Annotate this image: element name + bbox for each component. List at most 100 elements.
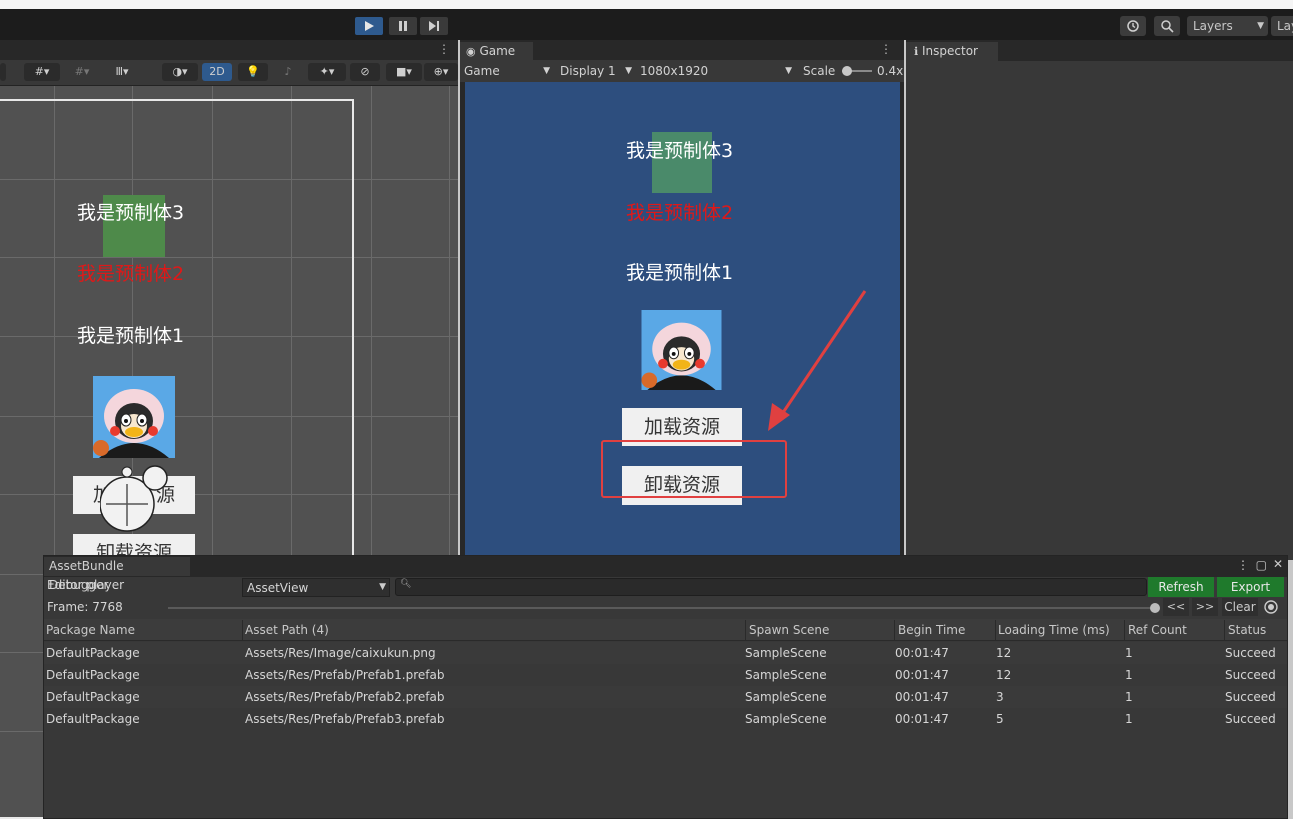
cell-loading: 3 xyxy=(996,690,1004,704)
annotation-highlight-box xyxy=(601,440,787,498)
player-label[interactable]: Editor player xyxy=(47,578,124,592)
prefab2-label: 我是预制体2 xyxy=(626,202,734,224)
history-button[interactable] xyxy=(1120,16,1146,36)
cell-status: Succeed xyxy=(1225,668,1276,682)
panel-menu-icon[interactable]: ⋮ xyxy=(880,42,892,56)
scale-slider-handle[interactable] xyxy=(842,66,852,76)
layout-dropdown[interactable]: Lay xyxy=(1271,16,1293,36)
clear-button[interactable]: Clear xyxy=(1222,598,1258,616)
camera-icon[interactable]: ■▾ xyxy=(386,63,422,81)
prev-frame-button[interactable]: << xyxy=(1163,598,1189,616)
game-mode-dropdown[interactable]: Game ▼ xyxy=(464,60,550,82)
window-top-edge xyxy=(0,0,1293,9)
display-dropdown[interactable]: Display 1 ▼ xyxy=(560,60,632,82)
chevron-down-icon: ▼ xyxy=(785,66,792,76)
panel-menu-icon[interactable]: ⋮ xyxy=(438,42,450,56)
prefab1-label: 我是预制体1 xyxy=(626,262,734,284)
column-header-ref[interactable]: Ref Count xyxy=(1128,623,1187,637)
play-button[interactable] xyxy=(355,17,383,35)
refresh-button[interactable]: Refresh xyxy=(1148,577,1214,597)
lighting-icon[interactable]: 💡 xyxy=(238,63,268,81)
step-button[interactable] xyxy=(420,17,448,35)
ruler-icon[interactable]: Ⅲ▾ xyxy=(104,63,140,81)
tab-inspector[interactable]: ℹ Inspector xyxy=(906,42,998,61)
search-input[interactable]: 🔍︎ xyxy=(395,578,1147,596)
info-icon: ℹ xyxy=(914,45,919,58)
cell-loading: 12 xyxy=(996,646,1012,660)
search-icon: 🔍︎ xyxy=(400,579,412,589)
cell-loading: 5 xyxy=(996,712,1004,726)
game-mode-label: Game xyxy=(464,64,500,78)
annotation-arrow-icon xyxy=(768,290,867,431)
increment-snap-icon[interactable]: #▾ xyxy=(64,63,100,81)
inspector-panel: ℹ Inspector xyxy=(906,40,1293,560)
scale-slider[interactable] xyxy=(842,66,872,76)
prev-frame-label: << xyxy=(1166,600,1186,613)
cell-status: Succeed xyxy=(1225,690,1276,704)
cell-package: DefaultPackage xyxy=(46,646,140,660)
grid-snap-icon[interactable]: #▾ xyxy=(24,63,60,81)
cell-ref: 1 xyxy=(1125,646,1133,660)
visibility-icon[interactable]: ⊘ xyxy=(350,63,380,81)
resolution-dropdown[interactable]: 1080x1920 ▼ xyxy=(640,60,792,82)
tab-assetbundle-debugger[interactable]: AssetBundle Debugger xyxy=(44,557,190,592)
column-header-loading[interactable]: Loading Time (ms) xyxy=(998,623,1110,637)
gizmos-icon[interactable]: ⊕▾ xyxy=(424,63,458,81)
layout-label: Lay xyxy=(1277,19,1293,33)
scene-tool-edge[interactable] xyxy=(0,63,6,81)
maximize-icon[interactable]: ▢ xyxy=(1256,558,1267,572)
game-load-label: 加载资源 xyxy=(643,416,720,438)
chevron-down-icon: ▼ xyxy=(379,582,386,592)
avatar-image[interactable] xyxy=(93,376,175,458)
column-header-path[interactable]: Asset Path (4) xyxy=(245,623,329,637)
prefab3-label: 我是预制体3 xyxy=(77,202,185,224)
refresh-label: Refresh xyxy=(1158,580,1204,594)
view-mode-dropdown[interactable]: AssetView ▼ xyxy=(242,578,390,597)
column-header-package[interactable]: Package Name xyxy=(46,623,135,637)
column-header-begin[interactable]: Begin Time xyxy=(898,623,965,637)
audio-icon[interactable]: ♪ xyxy=(273,63,303,81)
effects-icon[interactable]: ✦▾ xyxy=(308,63,346,81)
search-icon xyxy=(1161,20,1174,33)
view-mode-label: AssetView xyxy=(247,581,309,595)
chevron-down-icon: ▼ xyxy=(543,66,550,76)
search-button[interactable] xyxy=(1154,16,1180,36)
export-button[interactable]: Export xyxy=(1217,577,1284,597)
cell-begin: 00:01:47 xyxy=(895,668,949,682)
scale-label: Scale xyxy=(803,64,836,78)
move-gizmo-icon[interactable] xyxy=(99,464,172,537)
layers-dropdown[interactable]: Layers ▼ xyxy=(1187,16,1268,36)
scene-tabbar: ⋮ xyxy=(0,40,458,60)
frame-slider-handle[interactable] xyxy=(1150,603,1160,613)
cell-path: Assets/Res/Prefab/Prefab3.prefab xyxy=(245,712,445,726)
column-header-scene[interactable]: Spawn Scene xyxy=(749,623,829,637)
table-row[interactable]: DefaultPackage Assets/Res/Prefab/Prefab3… xyxy=(44,708,1287,730)
debugger-tabbar: AssetBundle Debugger ⋮ ▢ ✕ xyxy=(44,556,1287,592)
tab-game[interactable]: ◉ Game xyxy=(460,42,533,61)
prefab1-label: 我是预制体1 xyxy=(77,325,185,347)
shading-mode-icon[interactable]: ◑▾ xyxy=(162,63,198,81)
pause-button[interactable] xyxy=(389,17,417,35)
cell-ref: 1 xyxy=(1125,712,1133,726)
panel-menu-icon[interactable]: ⋮ xyxy=(1237,558,1249,572)
cell-package: DefaultPackage xyxy=(46,690,140,704)
cell-scene: SampleScene xyxy=(745,690,827,704)
cell-begin: 00:01:47 xyxy=(895,646,949,660)
resolution-label: 1080x1920 xyxy=(640,64,709,78)
close-icon[interactable]: ✕ xyxy=(1273,557,1283,571)
cell-package: DefaultPackage xyxy=(46,668,140,682)
toggle-2d-button[interactable]: 2D xyxy=(202,63,232,81)
cell-status: Succeed xyxy=(1225,646,1276,660)
toggle-2d-label: 2D xyxy=(209,65,225,78)
table-row[interactable]: DefaultPackage Assets/Res/Prefab/Prefab1… xyxy=(44,664,1287,686)
record-button[interactable] xyxy=(1263,599,1279,615)
table-row[interactable]: DefaultPackage Assets/Res/Prefab/Prefab2… xyxy=(44,686,1287,708)
table-row[interactable]: DefaultPackage Assets/Res/Image/caixukun… xyxy=(44,642,1287,664)
display-label: Display 1 xyxy=(560,64,616,78)
frame-slider[interactable] xyxy=(168,603,1160,613)
cell-status: Succeed xyxy=(1225,712,1276,726)
column-header-status[interactable]: Status xyxy=(1228,623,1266,637)
next-frame-button[interactable]: >> xyxy=(1192,598,1218,616)
cell-ref: 1 xyxy=(1125,690,1133,704)
avatar-image[interactable] xyxy=(641,310,722,390)
